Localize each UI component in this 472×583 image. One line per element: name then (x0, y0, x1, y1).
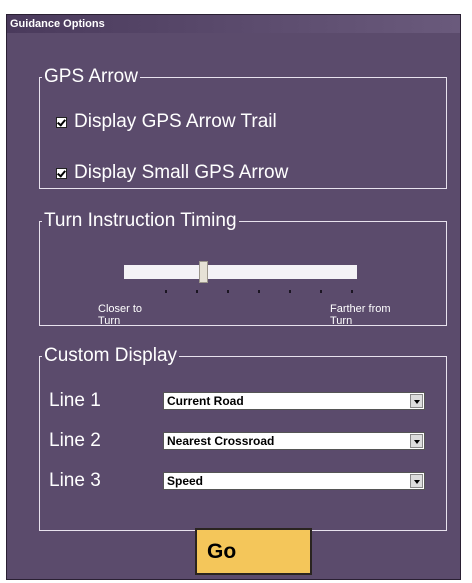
line-2-selected-value: Nearest Crossroad (167, 434, 275, 448)
go-button[interactable]: Go (195, 528, 312, 575)
slider-tick (258, 290, 260, 293)
gps-arrow-group: GPS Arrow Display GPS Arrow Trail Displa… (39, 67, 447, 189)
display-small-gps-arrow-option[interactable]: Display Small GPS Arrow (56, 162, 288, 184)
line-1-selected-value: Current Road (167, 394, 244, 408)
turn-instruction-timing-legend: Turn Instruction Timing (44, 210, 237, 231)
line-1-row: Line 1 Current Road (49, 389, 429, 415)
line-2-select[interactable]: Nearest Crossroad (163, 432, 425, 450)
display-gps-arrow-trail-label: Display GPS Arrow Trail (74, 111, 277, 132)
farther-from-turn-label: Farther from Turn (330, 303, 391, 327)
turn-timing-slider-track[interactable] (124, 265, 357, 279)
chevron-down-icon[interactable] (410, 474, 423, 488)
line-2-row: Line 2 Nearest Crossroad (49, 429, 429, 455)
display-small-gps-arrow-label: Display Small GPS Arrow (74, 162, 289, 183)
custom-display-legend: Custom Display (44, 345, 178, 366)
slider-tick (289, 290, 291, 293)
slider-tick (320, 290, 322, 293)
slider-tick (165, 290, 167, 293)
closer-to-turn-label: Closer to Turn (98, 303, 143, 327)
gps-arrow-legend: GPS Arrow (44, 66, 138, 87)
display-gps-arrow-trail-checkbox[interactable] (56, 116, 67, 128)
display-small-gps-arrow-checkbox[interactable] (56, 167, 67, 179)
line-2-label: Line 2 (49, 430, 101, 451)
turn-instruction-timing-group: Turn Instruction Timing Closer to Turn F… (39, 210, 447, 327)
line-3-label: Line 3 (49, 470, 101, 491)
chevron-down-icon[interactable] (410, 394, 423, 408)
line-3-select[interactable]: Speed (163, 472, 425, 490)
line-3-row: Line 3 Speed (49, 469, 429, 495)
window-title: Guidance Options (7, 15, 460, 33)
line-1-select[interactable]: Current Road (163, 392, 425, 410)
custom-display-group: Custom Display Line 1 Current Road Line … (39, 346, 447, 531)
guidance-options-window: Guidance Options GPS Arrow Display GPS A… (6, 14, 461, 580)
slider-tick (227, 290, 229, 293)
slider-tick (351, 290, 353, 293)
slider-tick (196, 290, 198, 293)
display-gps-arrow-trail-option[interactable]: Display GPS Arrow Trail (56, 111, 277, 133)
line-1-label: Line 1 (49, 390, 101, 411)
chevron-down-icon[interactable] (410, 434, 423, 448)
line-3-selected-value: Speed (167, 474, 204, 488)
turn-timing-slider-thumb[interactable] (199, 261, 209, 283)
